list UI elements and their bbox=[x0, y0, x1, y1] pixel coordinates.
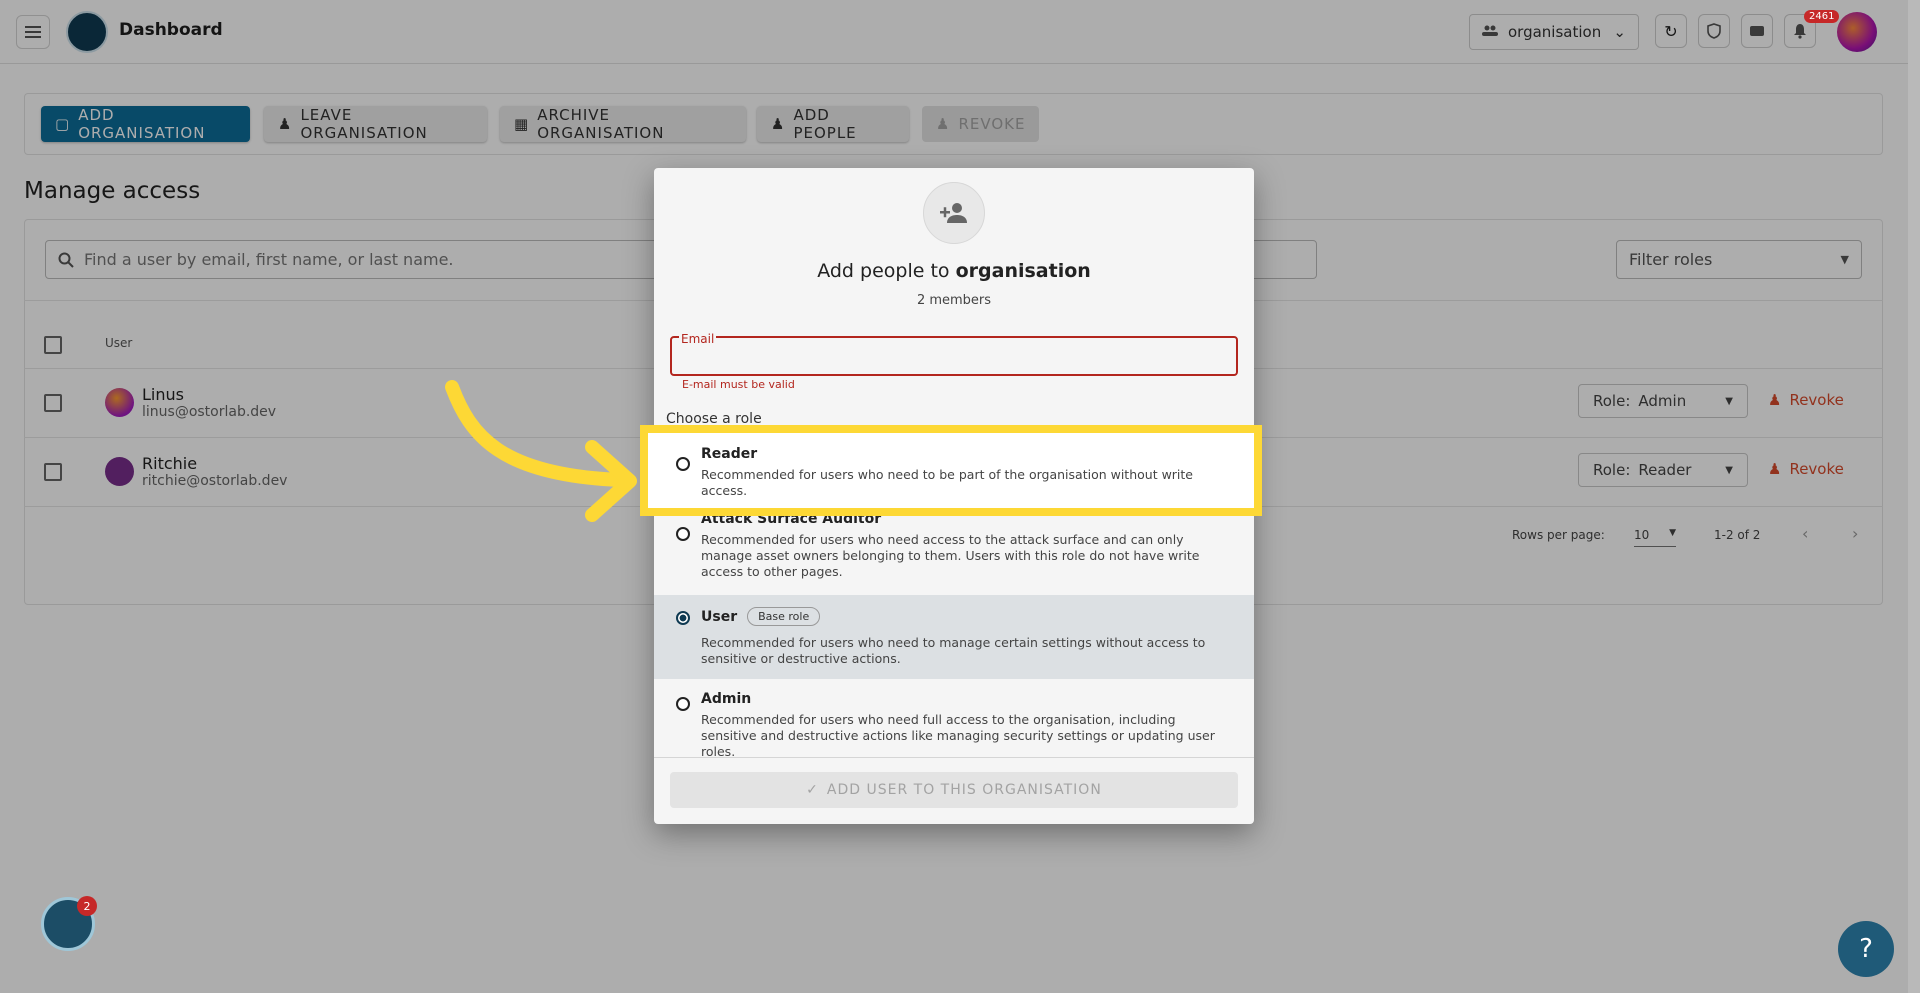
role-name: User bbox=[701, 608, 738, 625]
role-description: Recommended for users who need to be par… bbox=[701, 467, 1193, 498]
radio-button[interactable] bbox=[676, 527, 690, 541]
dialog-title-prefix: Add people to bbox=[817, 260, 950, 282]
email-label: Email bbox=[679, 332, 717, 346]
email-field[interactable] bbox=[670, 336, 1238, 376]
dialog-title-organisation: organisation bbox=[955, 260, 1091, 282]
role-option-admin[interactable]: Admin Recommended for users who need ful… bbox=[654, 679, 1254, 759]
role-name-row: User Base role bbox=[701, 607, 821, 626]
members-count: 2 members bbox=[916, 293, 992, 308]
role-option-attack-surface-auditor[interactable]: Attack Surface Auditor Recommended for u… bbox=[654, 507, 1254, 587]
role-name: Admin bbox=[701, 691, 752, 707]
dialog-title: Add people to organisation bbox=[654, 260, 1254, 282]
add-person-icon bbox=[923, 182, 985, 244]
radio-button[interactable] bbox=[676, 697, 690, 711]
role-description: Recommended for users who need to manage… bbox=[701, 635, 1206, 666]
notification-count-badge: 2461 bbox=[1804, 10, 1840, 23]
role-description: Recommended for users who need access to… bbox=[701, 532, 1200, 579]
role-description: Recommended for users who need full acce… bbox=[701, 712, 1215, 759]
radio-button[interactable] bbox=[676, 457, 690, 471]
email-error-message: E-mail must be valid bbox=[682, 378, 795, 391]
check-icon: ✓ bbox=[806, 782, 819, 798]
help-button[interactable]: ? bbox=[1838, 921, 1894, 977]
scrollbar[interactable] bbox=[1908, 0, 1920, 993]
add-user-to-organisation-button[interactable]: ✓ ADD USER TO THIS ORGANISATION bbox=[670, 772, 1238, 808]
chat-widget-badge: 2 bbox=[77, 896, 97, 916]
role-name: Reader bbox=[701, 446, 758, 462]
divider bbox=[654, 757, 1254, 758]
base-role-badge: Base role bbox=[747, 607, 821, 626]
submit-label: ADD USER TO THIS ORGANISATION bbox=[826, 782, 1102, 798]
radio-button-selected[interactable] bbox=[676, 611, 690, 625]
role-option-reader[interactable]: Reader Recommended for users who need to… bbox=[640, 425, 1262, 516]
role-option-user[interactable]: User Base role Recommended for users who… bbox=[654, 595, 1254, 679]
annotation-arrow-icon bbox=[445, 380, 637, 522]
